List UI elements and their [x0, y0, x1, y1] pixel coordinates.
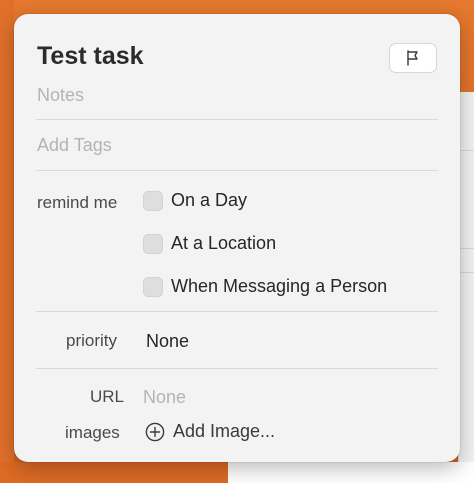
task-title[interactable]: Test task	[37, 42, 144, 71]
background-row-divider	[458, 150, 474, 151]
background-strip	[0, 0, 14, 483]
background-bottom-accent	[0, 462, 228, 483]
flag-icon	[407, 50, 418, 66]
remind-when-messaging-option[interactable]: When Messaging a Person	[143, 276, 387, 297]
remind-when-messaging-checkbox[interactable]	[143, 276, 163, 297]
divider	[36, 170, 438, 171]
divider	[36, 119, 438, 120]
images-label: images	[65, 423, 120, 442]
task-details-popover: Test task Notes Add Tags remind me On a …	[14, 14, 460, 462]
remind-on-day-option[interactable]: On a Day	[143, 190, 247, 211]
tags-field[interactable]: Add Tags	[37, 135, 112, 156]
remind-at-location-option[interactable]: At a Location	[143, 233, 276, 254]
url-label: URL	[90, 387, 125, 406]
add-image-label: Add Image...	[173, 421, 276, 441]
background-list-panel	[458, 92, 474, 464]
url-field[interactable]: None	[143, 387, 186, 408]
background-row-divider	[458, 248, 474, 249]
popover-arrow	[18, 166, 34, 200]
priority-select[interactable]: None	[146, 331, 189, 352]
flag-button[interactable]	[389, 43, 437, 73]
remind-at-location-checkbox[interactable]	[143, 233, 163, 254]
remind-me-label: remind me	[37, 193, 118, 212]
add-image-button[interactable]: Add Image...	[145, 421, 275, 442]
remind-on-day-label: On a Day	[171, 190, 248, 210]
notes-field[interactable]: Notes	[37, 85, 84, 106]
background-row-divider	[458, 272, 474, 273]
remind-on-day-checkbox[interactable]	[143, 190, 163, 211]
divider	[36, 368, 438, 369]
priority-label: priority	[66, 331, 118, 350]
remind-when-messaging-label: When Messaging a Person	[171, 276, 388, 296]
plus-circle-icon	[145, 422, 165, 441]
divider	[36, 311, 438, 312]
remind-at-location-label: At a Location	[171, 233, 277, 253]
